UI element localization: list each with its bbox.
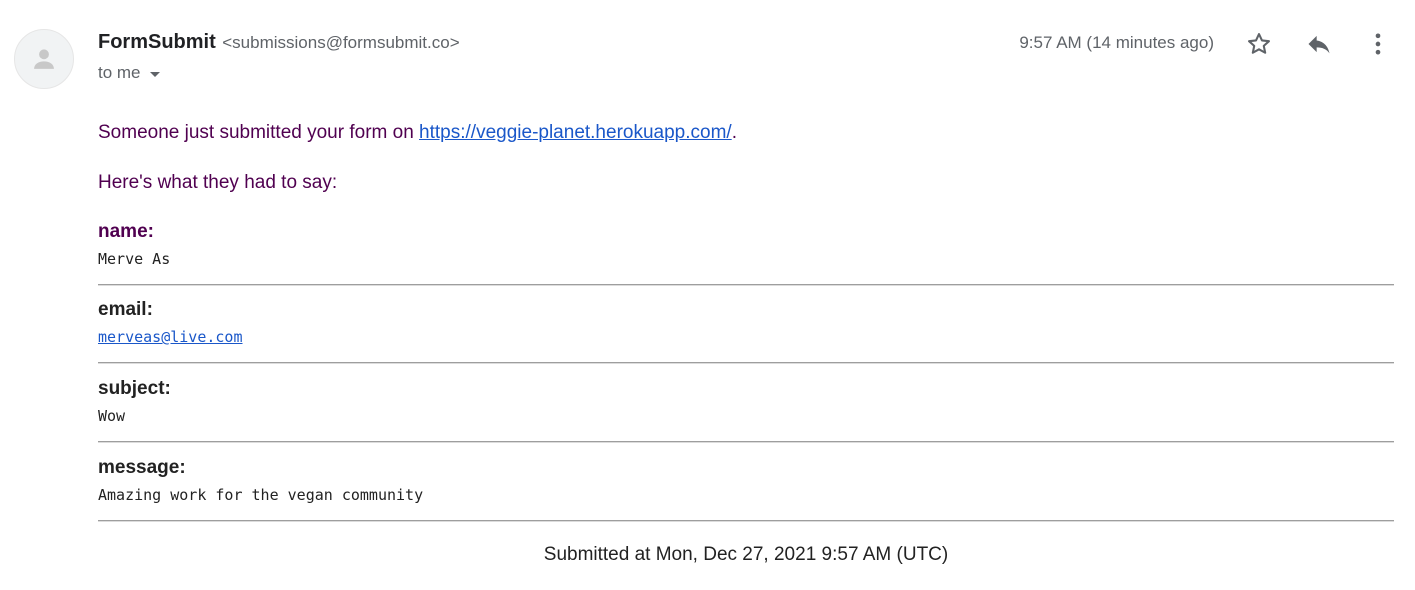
field-email: email: merveas@live.com (98, 299, 1394, 363)
intro-suffix: . (731, 122, 737, 143)
caret-down-icon[interactable] (149, 71, 160, 77)
message-timestamp[interactable]: 9:57 AM (14 minutes ago) (1019, 33, 1214, 53)
field-subject: subject: Wow (98, 378, 1394, 442)
sender-email: <submissions@formsubmit.co> (222, 33, 460, 52)
field-message: message: Amazing work for the vegan comm… (98, 457, 1394, 521)
recipient-toggle[interactable]: to me (98, 63, 160, 83)
recipient-label: to me (98, 63, 141, 82)
intro-prefix: Someone just submitted your form on (98, 122, 420, 143)
field-label: name: (98, 221, 154, 242)
field-name: name: Merve As (98, 221, 1394, 285)
submission-footer: Submitted at Mon, Dec 27, 2021 9:57 AM (… (543, 544, 949, 565)
more-options-button[interactable] (1362, 28, 1394, 60)
star-outline-icon (1248, 33, 1270, 54)
field-label: email: (98, 299, 153, 320)
sender-name[interactable]: FormSubmit (98, 31, 216, 53)
reply-button[interactable] (1303, 28, 1335, 60)
lead-line: Here's what they had to say: (98, 172, 338, 193)
email-link[interactable]: merveas@live.com (98, 328, 243, 346)
form-site-link[interactable]: https://veggie-planet.herokuapp.com/ (419, 122, 732, 143)
field-value: merveas@live.com (98, 328, 1394, 346)
person-icon (34, 49, 54, 69)
field-value: Wow (98, 407, 126, 425)
reply-icon (1308, 35, 1330, 54)
intro-line: Someone just submitted your form on http… (98, 122, 737, 144)
sender-avatar[interactable] (14, 29, 74, 89)
more-vertical-icon (1375, 33, 1381, 55)
star-button[interactable] (1243, 28, 1275, 60)
field-label: subject: (98, 378, 171, 399)
field-value: Merve As (98, 250, 171, 268)
field-value: Amazing work for the vegan community (98, 486, 424, 504)
sender-line: FormSubmit <submissions@formsubmit.co> (98, 31, 460, 54)
field-label: message: (98, 457, 186, 478)
